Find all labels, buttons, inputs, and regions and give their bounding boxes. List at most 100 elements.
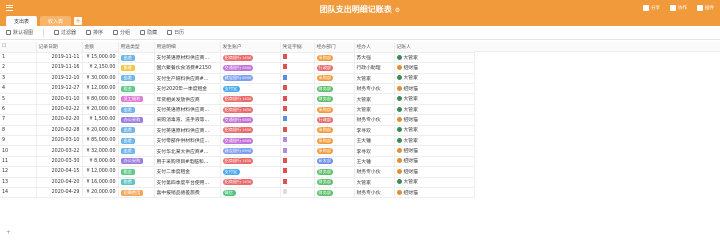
file-icon[interactable] <box>282 126 287 132</box>
handler-cell[interactable]: 大管家 <box>354 104 395 116</box>
amount-cell[interactable]: ¥ 12,000.00 <box>82 83 119 95</box>
handler-cell[interactable]: 大管家 <box>354 93 395 105</box>
amount-cell[interactable]: ¥ 8,000.00 <box>82 156 119 168</box>
recorder-cell[interactable]: 招财猫 <box>394 166 475 178</box>
date-cell[interactable]: 2020-04-15 <box>36 166 83 178</box>
detail-cell[interactable]: 支付第四季度平台使用... <box>154 177 221 188</box>
detail-cell[interactable]: 支付英语原材料供应商... <box>154 104 221 116</box>
file-icon[interactable] <box>282 137 287 143</box>
detail-cell[interactable]: 支付二季度租金 <box>154 166 221 178</box>
settings-icon[interactable]: ⚙ <box>395 7 400 14</box>
table-row[interactable]: 11 2020-03-30 ¥ 8,000.00 办公采购 用于采购项目#电脑和… <box>0 156 475 168</box>
tab-expense[interactable]: 支出表 <box>6 16 38 26</box>
voucher-cell[interactable] <box>280 93 315 105</box>
recorder-cell[interactable]: 招财猫 <box>394 145 475 157</box>
date-cell[interactable]: 2020-03-22 <box>36 145 83 157</box>
table-row[interactable]: 1 2019-11-11 ¥ 15,000.00 出差 支付英语原材料供应商..… <box>0 52 475 64</box>
amount-cell[interactable]: ¥ 12,000.00 <box>82 166 119 178</box>
type-cell[interactable]: 出差 <box>118 52 155 64</box>
detail-cell[interactable]: 支付英语原材料供应商... <box>154 52 221 64</box>
recorder-cell[interactable]: 大管家 <box>394 73 475 85</box>
share-button[interactable]: 分享 <box>643 5 660 11</box>
amount-cell[interactable]: ¥ 2,150.00 <box>82 62 119 74</box>
account-cell[interactable]: 招商银行1658 <box>220 52 281 64</box>
account-cell[interactable]: 招商银行1658 <box>220 125 281 137</box>
handler-cell[interactable]: 王大锤 <box>354 156 395 168</box>
dept-cell[interactable]: 采购部 <box>314 125 355 137</box>
file-icon[interactable] <box>282 74 287 80</box>
select-all-checkbox[interactable]: ☐ <box>0 42 37 53</box>
date-cell[interactable]: 2019-11-11 <box>36 52 83 64</box>
voucher-cell[interactable] <box>280 187 315 199</box>
voucher-cell[interactable] <box>280 135 315 147</box>
date-cell[interactable]: 2020-04-29 <box>36 187 83 199</box>
account-cell[interactable]: 支付宝 <box>220 83 281 95</box>
date-cell[interactable]: 2020-02-22 <box>36 104 83 116</box>
date-cell[interactable]: 2019-12-10 <box>36 73 83 85</box>
sort-button[interactable]: 排序 <box>86 29 103 36</box>
table-row[interactable]: 6 2020-02-22 ¥ 20,000.00 出差 支付英语原材料供应商..… <box>0 104 475 116</box>
calendar-button[interactable]: 日历 <box>167 29 184 36</box>
account-cell[interactable]: 建设银行8998 <box>220 73 281 85</box>
date-cell[interactable]: 2020-01-10 <box>36 93 83 105</box>
type-cell[interactable]: 办公采购 <box>118 114 155 126</box>
date-cell[interactable]: 2020-04-20 <box>36 177 83 188</box>
type-cell[interactable]: 招聘费用 <box>118 187 155 199</box>
table-row[interactable]: 4 2019-12-27 ¥ 12,000.00 租金 支付2020年一季度租金… <box>0 83 475 95</box>
dept-cell[interactable]: 采购部 <box>314 73 355 85</box>
amount-cell[interactable]: ¥ 15,000.00 <box>82 52 119 64</box>
table-row[interactable]: 7 2020-02-20 ¥ 1,500.00 办公采购 采购消毒液、洗手液等.… <box>0 114 475 126</box>
type-cell[interactable]: 办公采购 <box>118 156 155 168</box>
voucher-cell[interactable] <box>280 83 315 95</box>
handler-cell[interactable]: 财务专小伙 <box>354 114 395 126</box>
column-header-detail[interactable]: 用途明细 <box>154 42 221 53</box>
column-header-date[interactable]: 记录日期 <box>36 42 83 53</box>
recorder-cell[interactable]: 招财猫 <box>394 114 475 126</box>
voucher-cell[interactable] <box>280 177 315 188</box>
plugin-button[interactable]: 插件 <box>697 5 714 11</box>
account-cell[interactable]: 交通银行6868 <box>220 135 281 147</box>
detail-cell[interactable]: 年货相关发放供应商 <box>154 93 221 105</box>
dept-cell[interactable]: 行政部 <box>314 114 355 126</box>
type-cell[interactable]: 租金 <box>118 83 155 95</box>
type-cell[interactable]: 聚餐 <box>118 62 155 74</box>
voucher-cell[interactable] <box>280 73 315 85</box>
handler-cell[interactable]: 大管家 <box>354 73 395 85</box>
file-icon[interactable] <box>282 54 287 60</box>
file-icon[interactable] <box>282 106 287 112</box>
column-header-recorder[interactable]: 记账人 <box>394 42 475 53</box>
detail-cell[interactable]: 支付2020年一季度租金 <box>154 83 221 95</box>
account-cell[interactable]: 建设银行8998 <box>220 145 281 157</box>
dept-cell[interactable]: 采购部 <box>314 145 355 157</box>
view-selector[interactable]: 默认视图 <box>6 29 33 36</box>
amount-cell[interactable]: ¥ 20,000.00 <box>82 125 119 137</box>
detail-cell[interactable]: 国六聚餐伙食消费#2150 <box>154 62 221 74</box>
account-cell[interactable]: 支付宝 <box>220 166 281 178</box>
add-row-button[interactable]: + <box>6 229 11 236</box>
table-row[interactable]: 14 2020-04-29 ¥ 20,000.00 招聘费用 喜中报销品德差旅费… <box>0 187 475 199</box>
file-icon[interactable] <box>282 64 287 70</box>
account-cell[interactable]: 招商银行1658 <box>220 93 281 105</box>
recorder-cell[interactable]: 招财猫 <box>394 83 475 95</box>
hide-button[interactable]: 隐藏 <box>140 29 157 36</box>
account-cell[interactable]: 微信 <box>220 187 281 199</box>
type-cell[interactable]: 出差 <box>118 135 155 147</box>
file-icon[interactable] <box>282 85 287 91</box>
handler-cell[interactable]: 李寻欢 <box>354 125 395 137</box>
date-cell[interactable]: 2019-12-27 <box>36 83 83 95</box>
amount-cell[interactable]: ¥ 1,500.00 <box>82 114 119 126</box>
amount-cell[interactable]: ¥ 80,000.00 <box>82 93 119 105</box>
table-row[interactable]: 5 2020-01-10 ¥ 80,000.00 员工福利 年货相关发放供应商 … <box>0 93 475 105</box>
dept-cell[interactable]: 财务部 <box>314 93 355 105</box>
dept-cell[interactable]: 财务部 <box>314 83 355 95</box>
type-cell[interactable]: 出差 <box>118 73 155 85</box>
recorder-cell[interactable]: 大管家 <box>394 93 475 105</box>
handler-cell[interactable]: 李寻欢 <box>354 145 395 157</box>
detail-cell[interactable]: 喜中报销品德差旅费 <box>154 187 221 199</box>
table-row[interactable]: 12 2020-04-15 ¥ 12,000.00 租金 支付二季度租金 支付宝… <box>0 166 475 178</box>
recorder-cell[interactable]: 大管家 <box>394 125 475 137</box>
detail-cell[interactable]: 支付零部件供材料供应... <box>154 135 221 147</box>
recorder-cell[interactable]: 招财猫 <box>394 62 475 74</box>
table-row[interactable]: 13 2020-04-20 ¥ 16,000.00 税费 支付第四季度平台使用.… <box>0 177 475 188</box>
file-icon[interactable] <box>282 178 287 184</box>
